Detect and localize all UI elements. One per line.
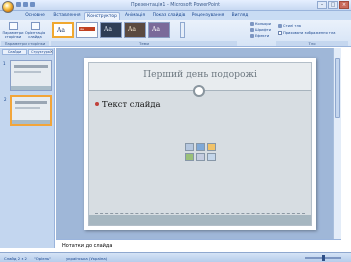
tab-animation[interactable]: Анімація [121, 12, 149, 20]
background-styles-icon [278, 24, 282, 28]
theme-gallery: Aa Aa Aa Aa Aa [52, 22, 170, 38]
insert-table-icon[interactable] [185, 143, 194, 151]
slide-bullet-text[interactable]: Текст слайда [102, 99, 161, 109]
minimize-button[interactable]: – [317, 1, 327, 9]
tab-review[interactable]: Рецензування [189, 12, 227, 20]
background-group-label: Тло [276, 41, 348, 46]
theme-office[interactable]: Aa [52, 22, 74, 38]
fonts-icon [250, 28, 254, 32]
orientation-label: Орієнтація слайда [24, 31, 46, 39]
insert-media-icon[interactable] [207, 153, 216, 161]
vertical-scrollbar[interactable] [333, 48, 341, 239]
page-setup-button[interactable]: Параметри сторінки [2, 22, 24, 39]
insert-smartart-icon[interactable] [207, 143, 216, 151]
scrollbar-thumb[interactable] [335, 58, 340, 118]
tab-design[interactable]: Конструктор [84, 12, 120, 20]
zoom-slider-knob[interactable] [322, 255, 325, 261]
fonts-button[interactable]: Шрифти [250, 28, 271, 32]
slide-thumbnail-1[interactable]: 1 [3, 60, 52, 91]
title-bar: Презентація1 - Microsoft PowerPoint – □ … [0, 0, 351, 11]
theme-3[interactable]: Aa [100, 22, 122, 38]
slide-orientation-button[interactable]: Орієнтація слайда [25, 22, 45, 39]
page-setup-icon [8, 22, 18, 30]
slide-count-status: Слайд 2 з 2 [4, 256, 27, 261]
zoom-slider[interactable] [305, 255, 341, 261]
insert-content-icons [185, 143, 216, 161]
themes-group-label: Теми [51, 41, 237, 46]
effects-button[interactable]: Ефекти [250, 34, 269, 38]
language-status[interactable]: українська (Україна) [66, 256, 107, 261]
bullet-icon [95, 102, 99, 106]
tab-insert[interactable]: Вставлення [51, 12, 83, 20]
tab-home[interactable]: Основне [20, 12, 50, 20]
slides-pane-tabs: Слайди Структура [2, 49, 53, 55]
office-button[interactable] [2, 1, 14, 13]
notes-placeholder[interactable]: Нотатки до слайда [62, 243, 112, 249]
close-icon[interactable]: × [50, 49, 53, 54]
insert-clipart-icon[interactable] [196, 153, 205, 161]
title-ornament [193, 85, 205, 97]
page-setup-group-label: Параметри сторінки [1, 41, 49, 46]
notes-pane[interactable]: Нотатки до слайда [56, 239, 341, 252]
theme-2[interactable]: Aa [76, 22, 98, 38]
slides-pane: Слайди Структура × 1 2 [0, 48, 55, 248]
footer-divider [95, 213, 305, 214]
colors-icon [250, 22, 254, 26]
insert-picture-icon[interactable] [185, 153, 194, 161]
orientation-icon [30, 22, 40, 30]
page-setup-label: Параметри сторінки [2, 31, 24, 39]
slide-editing-area: Перший день подорожі Текст слайда [56, 48, 341, 239]
slide-title[interactable]: Перший день подорожі [89, 69, 311, 80]
colors-button[interactable]: Кольори [250, 22, 271, 26]
slide-thumbnail-2[interactable]: 2 [4, 95, 52, 126]
insert-chart-icon[interactable] [196, 143, 205, 151]
background-styles-button[interactable]: Стилі тла [278, 24, 301, 28]
theme-gallery-scroll[interactable] [180, 22, 185, 38]
window-title: Презентація1 - Microsoft PowerPoint [130, 2, 221, 8]
ribbon: Параметри сторінки Орієнтація слайда Пар… [0, 20, 351, 47]
theme-4[interactable]: Aa [124, 22, 146, 38]
window-controls: – □ × [317, 1, 349, 9]
hide-background-checkbox[interactable]: Приховати зображення тла [278, 31, 335, 35]
slide-bottom-band [89, 215, 311, 225]
status-bar: Слайд 2 з 2 "Оріель" українська (Україна… [0, 252, 351, 262]
slide-number: 2 [4, 97, 7, 102]
theme-status: "Оріель" [34, 256, 51, 261]
slide-canvas: Перший день подорожі Текст слайда [88, 62, 312, 226]
theme-5[interactable]: Aa [148, 22, 170, 38]
content-placeholder[interactable]: Текст слайда [95, 99, 161, 109]
checkbox-icon [278, 31, 282, 35]
close-button[interactable]: × [339, 1, 349, 9]
tab-slides[interactable]: Слайди [2, 49, 27, 55]
maximize-button[interactable]: □ [328, 1, 338, 9]
slide-number: 1 [3, 61, 6, 66]
ribbon-tabs: Основне Вставлення Конструктор Анімація … [0, 11, 351, 20]
tab-slide-show[interactable]: Показ слайдів [150, 12, 188, 20]
tab-view[interactable]: Вигляд [228, 12, 252, 20]
current-slide[interactable]: Перший день подорожі Текст слайда [84, 58, 316, 230]
effects-icon [250, 34, 254, 38]
